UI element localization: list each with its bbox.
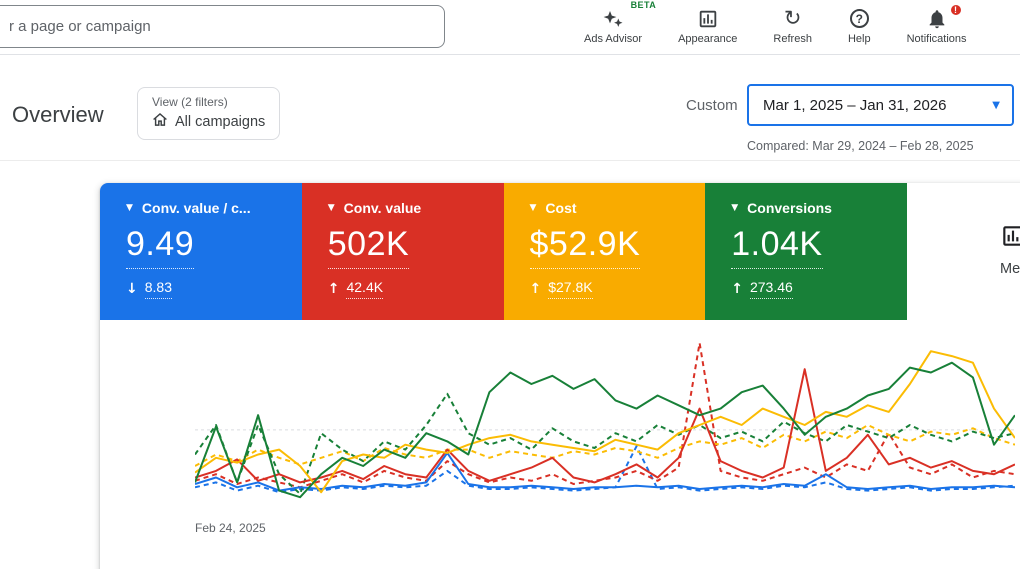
appearance-label: Appearance [678, 33, 738, 45]
refresh-button[interactable]: ↻ Refresh [767, 3, 818, 46]
notifications-label: Notifications [906, 33, 967, 45]
scorecard-delta: 273.46 [749, 279, 793, 299]
caret-down-icon[interactable]: ▼ [328, 203, 335, 213]
metrics-chart-icon [1000, 223, 1020, 254]
scorecard-value: $52.9K [529, 225, 641, 269]
scorecard-delta: 8.83 [144, 279, 172, 299]
view-filter-chip[interactable]: View (2 filters) All campaigns [137, 87, 281, 140]
refresh-label: Refresh [773, 33, 812, 45]
ads-advisor-label: Ads Advisor [584, 33, 643, 45]
chart-x-axis-tick: Feb 24, 2025 [195, 521, 266, 535]
notifications-button[interactable]: ! Notifications [901, 3, 973, 45]
date-range-picker[interactable]: Mar 1, 2025 – Jan 31, 2026 ▼ [747, 84, 1014, 126]
scorecard-label: Conversions [747, 200, 832, 216]
help-label: Help [847, 33, 871, 45]
chevron-down-icon[interactable]: ▼ [992, 100, 1000, 111]
notification-count-badge: ! [948, 3, 963, 17]
appearance-button[interactable]: Appearance [672, 3, 743, 45]
help-icon: ? [849, 9, 869, 28]
caret-down-icon[interactable]: ▼ [126, 203, 133, 213]
scorecard-conv-value[interactable]: ▼ Conv. value 502K ↑ 42.4K [301, 183, 504, 320]
view-scope-text: All campaigns [175, 113, 266, 130]
chart-canvas [194, 342, 1016, 499]
scorecard-delta: $27.8K [548, 279, 593, 299]
home-icon [152, 112, 168, 131]
page-title: Overview [12, 102, 104, 127]
performance-chart [194, 341, 1016, 513]
trend-up-icon: ↑ [327, 281, 340, 297]
scorecard-conversions[interactable]: ▼ Conversions 1.04K ↑ 273.46 [705, 183, 907, 320]
compared-period-text: Compared: Mar 29, 2024 – Feb 28, 2025 [747, 139, 974, 153]
scorecard-label: Cost [545, 200, 577, 216]
sparkle-icon [601, 6, 625, 31]
scorecard-cost[interactable]: ▼ Cost $52.9K ↑ $27.8K [503, 183, 706, 320]
scorecard-delta: 42.4K [346, 279, 384, 299]
trend-up-icon: ↑ [529, 281, 542, 297]
metrics-picker-button[interactable]: Me [1000, 223, 1020, 277]
scorecard-value: 502K [327, 225, 410, 269]
search-input[interactable] [0, 5, 445, 48]
appearance-icon [697, 6, 719, 31]
view-filters-text: View (2 filters) [152, 95, 228, 109]
scorecard-row: ▼ Conv. value / c... 9.49 ↓ 8.83 ▼ Conv.… [100, 183, 1020, 320]
scorecard-value: 9.49 [126, 225, 195, 269]
trend-up-icon: ↑ [731, 281, 743, 297]
metrics-picker-label: Me [1000, 261, 1020, 277]
scorecard-label: Conv. value / c... [141, 200, 251, 216]
date-range-text: Mar 1, 2025 – Jan 31, 2026 [763, 96, 947, 114]
caret-down-icon[interactable]: ▼ [530, 203, 537, 213]
scorecard-value: 1.04K [731, 225, 823, 269]
bell-icon [926, 6, 948, 31]
help-button[interactable]: ? Help [842, 3, 877, 45]
topbar-actions: BETA Ads Advisor Appearance ↻ Refresh ? … [578, 0, 973, 46]
beta-badge: BETA [630, 0, 657, 10]
scorecard-label: Conv. value [343, 200, 422, 216]
date-mode-label: Custom [686, 97, 738, 114]
ads-advisor-button[interactable]: BETA Ads Advisor [578, 0, 656, 45]
top-app-bar: BETA Ads Advisor Appearance ↻ Refresh [0, 0, 1020, 55]
refresh-icon: ↻ [783, 6, 802, 30]
divider [0, 160, 1020, 161]
trend-down-icon: ↓ [126, 281, 138, 297]
overview-card: ▼ Conv. value / c... 9.49 ↓ 8.83 ▼ Conv.… [100, 183, 1020, 569]
caret-down-icon[interactable]: ▼ [731, 203, 738, 213]
scorecard-conv-value-per-cost[interactable]: ▼ Conv. value / c... 9.49 ↓ 8.83 [100, 183, 302, 320]
